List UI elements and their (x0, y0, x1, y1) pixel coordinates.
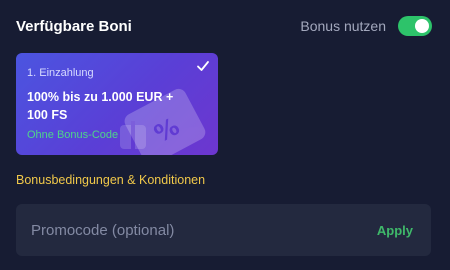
bonus-toggle-group: Bonus nutzen (300, 16, 432, 36)
bonus-toggle-label: Bonus nutzen (300, 18, 386, 34)
bonus-card-first-deposit[interactable]: % 1. Einzahlung 100% bis zu 1.000 EUR + … (16, 53, 218, 155)
bonus-code-note: Ohne Bonus-Code (27, 129, 119, 141)
checkmark-icon (197, 61, 209, 71)
apply-button[interactable]: Apply (377, 204, 413, 256)
bonus-toggle-switch[interactable] (398, 16, 432, 36)
panel-title: Verfügbare Boni (16, 18, 132, 35)
promo-code-input[interactable] (31, 204, 331, 256)
promo-code-box: Apply (16, 204, 431, 256)
bonus-offer-text: 100% bis zu 1.000 EUR + 100 FS (27, 90, 174, 122)
bonus-step-label: 1. Einzahlung (27, 67, 94, 79)
bonus-panel: Verfügbare Boni Bonus nutzen % 1. Einzah… (0, 0, 450, 270)
bonus-terms-link[interactable]: Bonusbedingungen & Konditionen (16, 173, 205, 187)
toggle-knob (415, 19, 429, 33)
